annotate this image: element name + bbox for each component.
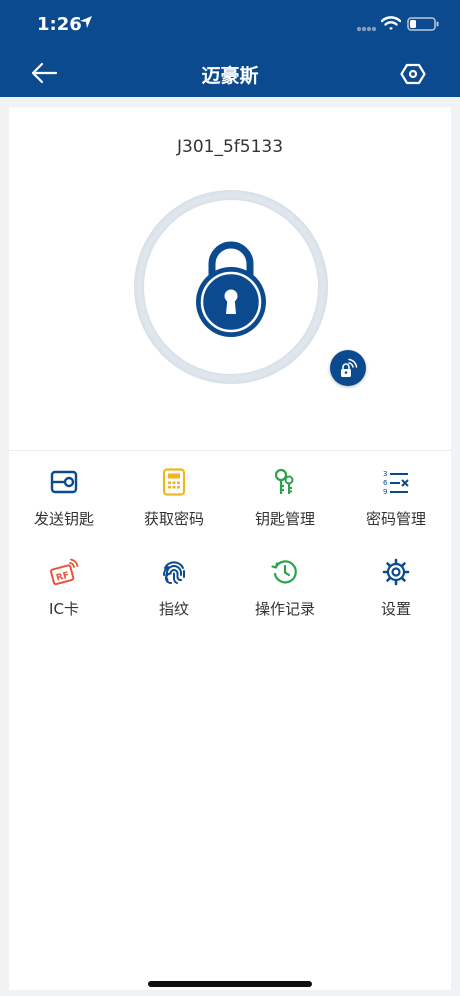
menu-get-password[interactable]: 获取密码 [119,467,229,547]
menu-fingerprint[interactable]: 指纹 [119,557,229,637]
section-divider [9,450,451,451]
remote-unlock-icon [341,358,358,377]
menu-send-key[interactable]: 发送钥匙 [9,467,119,547]
device-name: J301_5f5133 [176,137,284,157]
padlock-icon [196,241,266,337]
status-bar: 1:26 [0,0,460,48]
menu-password-management[interactable]: 3 6 9 密码管理 [341,467,451,547]
back-arrow-icon [31,62,58,84]
svg-text:3: 3 [383,470,387,478]
history-icon [271,560,297,584]
fingerprint-icon [163,561,185,584]
svg-text:9: 9 [383,488,387,496]
menu-operation-records[interactable]: 操作记录 [230,557,340,637]
send-key-icon [50,470,78,494]
hexagon-settings-icon [400,63,426,85]
menu-ic-card[interactable]: RF IC卡 [9,557,119,637]
unlock-button-face [144,200,318,374]
password-list-icon: 3 6 9 [383,470,409,496]
gear-icon [382,558,410,586]
location-arrow-icon [80,16,92,28]
home-indicator[interactable] [148,981,312,987]
menu-key-management[interactable]: 钥匙管理 [230,467,340,547]
menu-label: 操作记录 [254,600,315,618]
wifi-icon [381,16,401,30]
unlock-button[interactable] [134,190,328,384]
keys-icon [274,468,294,494]
menu-label: 获取密码 [143,510,204,528]
remote-unlock-button[interactable] [330,350,366,386]
menu-label: 设置 [380,600,411,618]
menu-label: 钥匙管理 [254,510,315,528]
lock-panel: J301_5f5133 发送钥匙 获取密码 钥匙管理 3 6 9 密码管理 RF… [9,107,451,990]
battery-icon [407,17,439,31]
menu-label: 发送钥匙 [33,510,94,528]
calculator-icon [162,468,186,496]
menu-label: IC卡 [49,600,79,618]
page-title: 迈豪斯 [201,65,259,87]
svg-text:6: 6 [383,479,388,487]
device-settings-button[interactable] [396,60,430,88]
navigation-bar: 迈豪斯 [0,48,460,97]
rf-card-icon: RF [50,558,79,586]
menu-label: 密码管理 [365,510,426,528]
menu-label: 指纹 [158,600,189,618]
cellular-signal-icon [356,26,376,32]
back-button[interactable] [26,58,62,88]
menu-settings[interactable]: 设置 [341,557,451,637]
app-header: 1:26 迈豪斯 [0,0,460,97]
status-time: 1:26 [37,14,82,35]
